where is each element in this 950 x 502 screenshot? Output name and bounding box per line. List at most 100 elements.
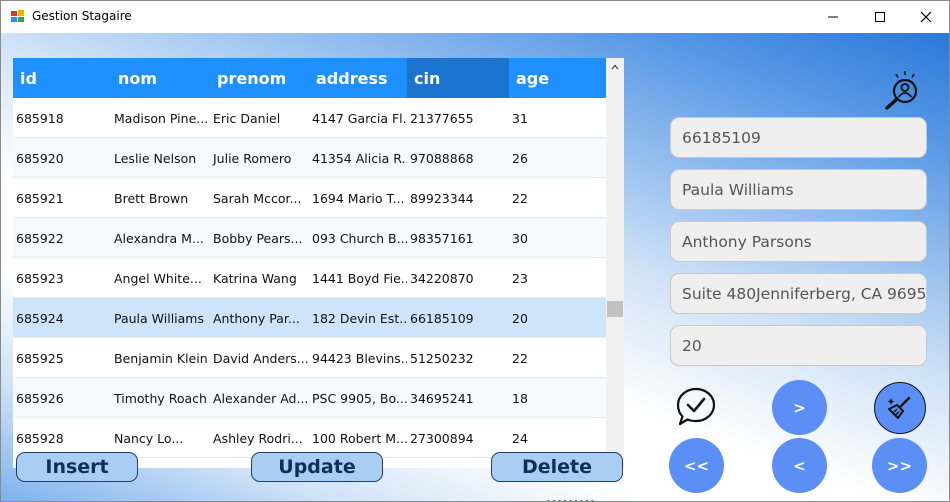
table-cell-nom[interactable]: Brett Brown bbox=[111, 178, 210, 218]
table-cell-prenom[interactable]: Julie Romero bbox=[210, 138, 309, 178]
table-cell-age[interactable]: 22 bbox=[509, 338, 606, 378]
table-cell-nom[interactable]: Paula Williams bbox=[111, 298, 210, 338]
table-cell-prenom[interactable]: Sarah Mccor... bbox=[210, 178, 309, 218]
table-row[interactable]: 685923 Angel White... Katrina Wang 1441 Boy… bbox=[13, 258, 606, 298]
broom-clear-icon bbox=[887, 396, 911, 419]
column-header-nom[interactable]: nom bbox=[111, 58, 210, 98]
table-cell-age[interactable]: 26 bbox=[509, 138, 606, 178]
table-cell-age[interactable]: 30 bbox=[509, 218, 606, 258]
table-row[interactable]: 685926 Timothy Roach Alexander Ad... PSC 99… bbox=[13, 378, 606, 418]
table-cell-cin[interactable]: 98357161 bbox=[407, 218, 509, 258]
next-button[interactable]: > bbox=[772, 380, 827, 435]
main-window: Gestion Stagaire id nom prenom address cin ag… bbox=[0, 0, 950, 502]
table-cell-id[interactable]: 685921 bbox=[13, 178, 111, 218]
column-header-age[interactable]: age bbox=[509, 58, 606, 98]
table-cell-address[interactable]: 94423 Blevins... bbox=[309, 338, 407, 378]
table-cell-nom[interactable]: Benjamin Klein bbox=[111, 338, 210, 378]
column-header-id[interactable]: id bbox=[13, 58, 111, 98]
table-cell-id[interactable]: 685924 bbox=[13, 298, 111, 338]
table-cell-cin[interactable]: 51250232 bbox=[407, 338, 509, 378]
table-cell-prenom[interactable]: Eric Daniel bbox=[210, 98, 309, 138]
table-row[interactable]: 685924 Paula Williams Anthony Par... 182 De… bbox=[13, 298, 606, 338]
table-cell-prenom[interactable]: Alexander Ad... bbox=[210, 378, 309, 418]
table-cell-nom[interactable]: Angel White... bbox=[111, 258, 210, 298]
footer-partial-text: - - - - - - - - - bbox=[547, 495, 594, 502]
table-cell-cin[interactable]: 21377655 bbox=[407, 98, 509, 138]
table-row[interactable]: 685922 Alexandra M... Bobby Pears... 093 Ch… bbox=[13, 218, 606, 258]
chevron-up-icon bbox=[611, 64, 619, 69]
table-cell-nom[interactable]: Madison Pine... bbox=[111, 98, 210, 138]
validate-button[interactable] bbox=[674, 385, 718, 429]
clear-button[interactable] bbox=[874, 382, 926, 434]
table-cell-prenom[interactable]: Bobby Pears... bbox=[210, 218, 309, 258]
table-cell-age[interactable]: 31 bbox=[509, 98, 606, 138]
nom-field[interactable]: Paula Williams bbox=[670, 169, 927, 210]
prenom-field[interactable]: Anthony Parsons bbox=[670, 221, 927, 262]
table-cell-nom[interactable]: Leslie Nelson bbox=[111, 138, 210, 178]
validate-check-icon bbox=[676, 387, 716, 426]
table-cell-age[interactable]: 23 bbox=[509, 258, 606, 298]
grid-scrollbar[interactable] bbox=[606, 58, 624, 468]
table-cell-age[interactable]: 22 bbox=[509, 178, 606, 218]
table-row[interactable]: 685925 Benjamin Klein David Anders... 94423… bbox=[13, 338, 606, 378]
table-cell-id[interactable]: 685925 bbox=[13, 338, 111, 378]
table-cell-address[interactable]: 4147 Garcia Fl... bbox=[309, 98, 407, 138]
table-cell-cin[interactable]: 89923344 bbox=[407, 178, 509, 218]
table-cell-address[interactable]: 1694 Mario T... bbox=[309, 178, 407, 218]
table-cell-cin[interactable]: 27300894 bbox=[407, 418, 509, 458]
column-header-prenom[interactable]: prenom bbox=[210, 58, 309, 98]
update-button[interactable]: Update bbox=[251, 452, 383, 482]
first-record-button[interactable]: << bbox=[669, 438, 724, 493]
insert-button[interactable]: Insert bbox=[16, 452, 138, 482]
table-cell-address[interactable]: 1441 Boyd Fie... bbox=[309, 258, 407, 298]
table-cell-id[interactable]: 685926 bbox=[13, 378, 111, 418]
table-cell-cin[interactable]: 34220870 bbox=[407, 258, 509, 298]
window-title: Gestion Stagaire bbox=[32, 9, 132, 23]
table-cell-address[interactable]: PSC 9905, Bo... bbox=[309, 378, 407, 418]
delete-button[interactable]: Delete bbox=[491, 452, 623, 482]
column-header-address[interactable]: address bbox=[309, 58, 407, 98]
table-cell-nom[interactable]: Timothy Roach bbox=[111, 378, 210, 418]
cin-field[interactable]: 66185109 bbox=[670, 117, 927, 158]
search-user-icon bbox=[885, 71, 918, 110]
table-cell-prenom[interactable]: Anthony Par... bbox=[210, 298, 309, 338]
table-cell-age[interactable]: 20 bbox=[509, 298, 606, 338]
table-cell-cin[interactable]: 66185109 bbox=[407, 298, 509, 338]
grid-header: id nom prenom address cin age bbox=[13, 58, 606, 98]
table-cell-id[interactable]: 685918 bbox=[13, 98, 111, 138]
age-field[interactable]: 20 bbox=[670, 325, 927, 366]
table-cell-id[interactable]: 685923 bbox=[13, 258, 111, 298]
table-cell-prenom[interactable]: David Anders... bbox=[210, 338, 309, 378]
table-cell-id[interactable]: 685922 bbox=[13, 218, 111, 258]
close-icon bbox=[920, 11, 932, 22]
scroll-up-button[interactable] bbox=[606, 58, 624, 75]
last-record-button[interactable]: >> bbox=[872, 438, 927, 493]
column-header-cin[interactable]: cin bbox=[407, 58, 509, 98]
address-field[interactable]: Suite 480Jenniferberg, CA 96959 bbox=[670, 273, 927, 314]
table-row[interactable]: 685918 Madison Pine... Eric Daniel 4147 Gar… bbox=[13, 98, 606, 138]
grid-body: 685918 Madison Pine... Eric Daniel 4147 Gar… bbox=[13, 98, 606, 458]
table-cell-cin[interactable]: 34695241 bbox=[407, 378, 509, 418]
title-bar: Gestion Stagaire bbox=[1, 1, 949, 33]
stagiaire-grid[interactable]: id nom prenom address cin age 685918 Madison P… bbox=[13, 58, 624, 468]
minimize-icon bbox=[828, 16, 838, 17]
form-content: id nom prenom address cin age 685918 Madison P… bbox=[1, 33, 949, 502]
maximize-icon bbox=[875, 11, 885, 22]
table-cell-nom[interactable]: Alexandra M... bbox=[111, 218, 210, 258]
table-cell-cin[interactable]: 97088868 bbox=[407, 138, 509, 178]
close-button[interactable] bbox=[903, 1, 949, 32]
table-cell-address[interactable]: 182 Devin Est... bbox=[309, 298, 407, 338]
maximize-button[interactable] bbox=[857, 1, 903, 32]
table-cell-id[interactable]: 685920 bbox=[13, 138, 111, 178]
table-cell-address[interactable]: 093 Church B... bbox=[309, 218, 407, 258]
scroll-thumb[interactable] bbox=[607, 301, 623, 317]
previous-button[interactable]: < bbox=[772, 438, 827, 493]
table-row[interactable]: 685920 Leslie Nelson Julie Romero 41354 Ali… bbox=[13, 138, 606, 178]
table-cell-age[interactable]: 18 bbox=[509, 378, 606, 418]
app-icon bbox=[11, 10, 24, 22]
table-row[interactable]: 685921 Brett Brown Sarah Mccor... 1694 Mari… bbox=[13, 178, 606, 218]
search-user-button[interactable] bbox=[881, 69, 927, 113]
table-cell-prenom[interactable]: Katrina Wang bbox=[210, 258, 309, 298]
minimize-button[interactable] bbox=[810, 1, 856, 32]
table-cell-address[interactable]: 41354 Alicia R... bbox=[309, 138, 407, 178]
